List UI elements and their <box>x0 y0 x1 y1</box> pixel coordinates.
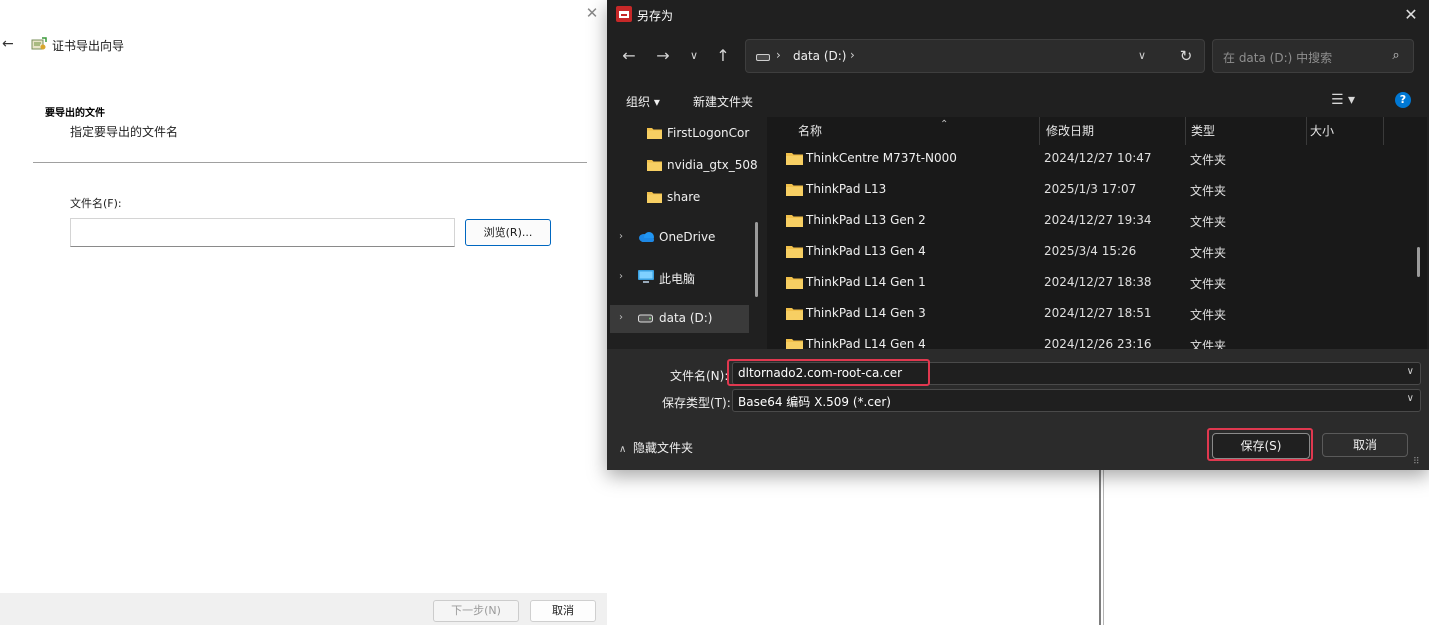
dialog-titlebar: 另存为 ✕ <box>607 0 1429 30</box>
filename-label: 文件名(N): <box>670 369 729 383</box>
up-arrow-icon[interactable]: ↑ <box>712 45 734 67</box>
column-header-name[interactable]: 名称 ⌃ <box>798 119 948 139</box>
filename-label: 文件名(F): <box>70 197 122 210</box>
address-bar[interactable]: › data (D:) › ∨ ↻ <box>745 39 1205 73</box>
search-placeholder: 在 data (D:) 中搜索 <box>1223 51 1333 65</box>
cloud-icon <box>639 232 654 242</box>
filename-input[interactable] <box>70 218 455 247</box>
column-header-size[interactable]: 大小 <box>1310 122 1334 139</box>
chevron-right-icon[interactable]: › <box>776 48 781 62</box>
address-segment[interactable]: data (D:) <box>793 49 847 63</box>
background-divider <box>1103 470 1104 625</box>
save-as-dialog: 另存为 ✕ ← → ∨ ↑ › data (D:) › ∨ ↻ 在 data (… <box>607 0 1429 470</box>
refresh-icon[interactable]: ↻ <box>1176 46 1196 66</box>
chevron-up-icon: ∧ <box>619 444 627 455</box>
hide-folders-toggle[interactable]: ∧ 隐藏文件夹 <box>619 439 693 456</box>
file-row[interactable]: ThinkPad L14 Gen 1 2024/12/27 18:38 文件夹 <box>767 268 1417 299</box>
folder-icon <box>647 192 662 203</box>
divider <box>33 162 587 163</box>
chevron-right-icon[interactable]: › <box>619 312 623 323</box>
folder-icon <box>647 160 662 171</box>
file-row[interactable]: ThinkPad L13 Gen 2 2024/12/27 19:34 文件夹 <box>767 206 1417 237</box>
save-panel: 文件名(N): dltornado2.com-root-ca.cer ∨ 保存类… <box>607 349 1429 470</box>
cancel-button[interactable]: 取消 <box>530 600 596 622</box>
folder-icon <box>786 339 803 349</box>
nav-item-onedrive[interactable]: › OneDrive <box>607 224 765 252</box>
search-box[interactable]: 在 data (D:) 中搜索 ⌕ <box>1212 39 1414 73</box>
resize-grip-icon[interactable]: ⠿ <box>1413 457 1420 467</box>
app-icon <box>616 6 632 22</box>
folder-icon <box>786 184 803 196</box>
navigation-pane: FirstLogonCor nvidia_gtx_508 share › One… <box>607 117 765 349</box>
scrollbar[interactable] <box>1417 247 1420 277</box>
file-row[interactable]: ThinkPad L13 2025/1/3 17:07 文件夹 <box>767 175 1417 206</box>
column-header-date[interactable]: 修改日期 <box>1046 122 1094 139</box>
chevron-right-icon[interactable]: › <box>850 48 855 62</box>
cancel-button[interactable]: 取消 <box>1322 433 1408 457</box>
file-row[interactable]: ThinkPad L13 Gen 4 2025/3/4 15:26 文件夹 <box>767 237 1417 268</box>
certificate-icon <box>31 37 47 50</box>
section-heading: 要导出的文件 <box>45 108 105 119</box>
sort-up-icon: ⌃ <box>940 119 949 130</box>
filename-combobox[interactable]: dltornado2.com-root-ca.cer ∨ <box>732 362 1421 385</box>
column-divider[interactable] <box>1039 117 1040 145</box>
file-row[interactable]: ThinkPad L14 Gen 3 2024/12/27 18:51 文件夹 <box>767 299 1417 330</box>
file-row[interactable]: ThinkPad L14 Gen 4 2024/12/26 23:16 文件夹 <box>767 330 1417 349</box>
nav-item-folder[interactable]: FirstLogonCor <box>607 120 765 148</box>
chevron-down-icon[interactable]: ∨ <box>1407 393 1414 404</box>
search-icon[interactable]: ⌕ <box>1387 47 1405 65</box>
help-icon[interactable]: ? <box>1395 92 1411 108</box>
folder-icon <box>786 153 803 165</box>
column-divider[interactable] <box>1383 117 1384 145</box>
recent-locations-chevron-icon[interactable]: ∨ <box>683 45 705 67</box>
next-button[interactable]: 下一步(N) <box>433 600 519 622</box>
back-arrow-icon[interactable]: ← <box>2 35 20 53</box>
view-options-icon[interactable]: ☰ ▾ <box>1331 91 1369 109</box>
browse-button[interactable]: 浏览(R)... <box>465 219 551 246</box>
nav-item-folder[interactable]: nvidia_gtx_508 <box>607 152 765 180</box>
column-divider[interactable] <box>1185 117 1186 145</box>
filetype-label: 保存类型(T): <box>662 396 731 410</box>
save-button[interactable]: 保存(S) <box>1212 433 1310 459</box>
filename-value[interactable]: dltornado2.com-root-ca.cer <box>738 366 902 380</box>
dialog-title: 另存为 <box>637 9 674 23</box>
filetype-value: Base64 编码 X.509 (*.cer) <box>738 395 891 409</box>
chevron-right-icon[interactable]: › <box>619 271 623 282</box>
filetype-select[interactable]: Base64 编码 X.509 (*.cer) ∨ <box>732 389 1421 412</box>
nav-item-folder[interactable]: share <box>607 184 765 212</box>
column-divider[interactable] <box>1306 117 1307 145</box>
background-divider <box>1099 470 1101 625</box>
scrollbar[interactable] <box>755 222 758 297</box>
folder-icon <box>786 215 803 227</box>
organize-menu[interactable]: 组织 ▾ <box>626 93 660 110</box>
toolbar: 组织 ▾ 新建文件夹 ☰ ▾ ? <box>607 84 1429 116</box>
wizard-title: 证书导出向导 <box>52 39 125 53</box>
back-arrow-icon[interactable]: ← <box>618 45 640 67</box>
folder-icon <box>786 246 803 258</box>
file-list: 名称 ⌃ 修改日期 类型 大小 ThinkCentre M737t-N000 2… <box>767 117 1427 349</box>
close-icon[interactable]: ✕ <box>1401 5 1421 25</box>
file-row[interactable]: ThinkCentre M737t-N000 2024/12/27 10:47 … <box>767 144 1417 175</box>
nav-item-this-pc[interactable]: › 此电脑 <box>607 264 765 292</box>
folder-icon <box>786 308 803 320</box>
computer-icon <box>638 270 654 283</box>
folder-icon <box>786 277 803 289</box>
certificate-export-wizard: ✕ ← 证书导出向导 要导出的文件 指定要导出的文件名 文件名(F): 浏览(R… <box>0 0 607 625</box>
column-header-type[interactable]: 类型 <box>1191 122 1215 139</box>
forward-arrow-icon[interactable]: → <box>652 45 674 67</box>
folder-icon <box>647 128 662 139</box>
section-subheading: 指定要导出的文件名 <box>70 125 179 139</box>
new-folder-button[interactable]: 新建文件夹 <box>693 93 753 110</box>
nav-item-data-drive[interactable]: › data (D:) <box>610 305 749 333</box>
drive-icon <box>638 314 653 323</box>
close-icon[interactable]: ✕ <box>584 5 600 21</box>
chevron-down-icon[interactable]: ∨ <box>1138 49 1146 62</box>
chevron-right-icon[interactable]: › <box>619 231 623 242</box>
drive-icon <box>756 54 770 61</box>
chevron-down-icon[interactable]: ∨ <box>1407 366 1414 377</box>
